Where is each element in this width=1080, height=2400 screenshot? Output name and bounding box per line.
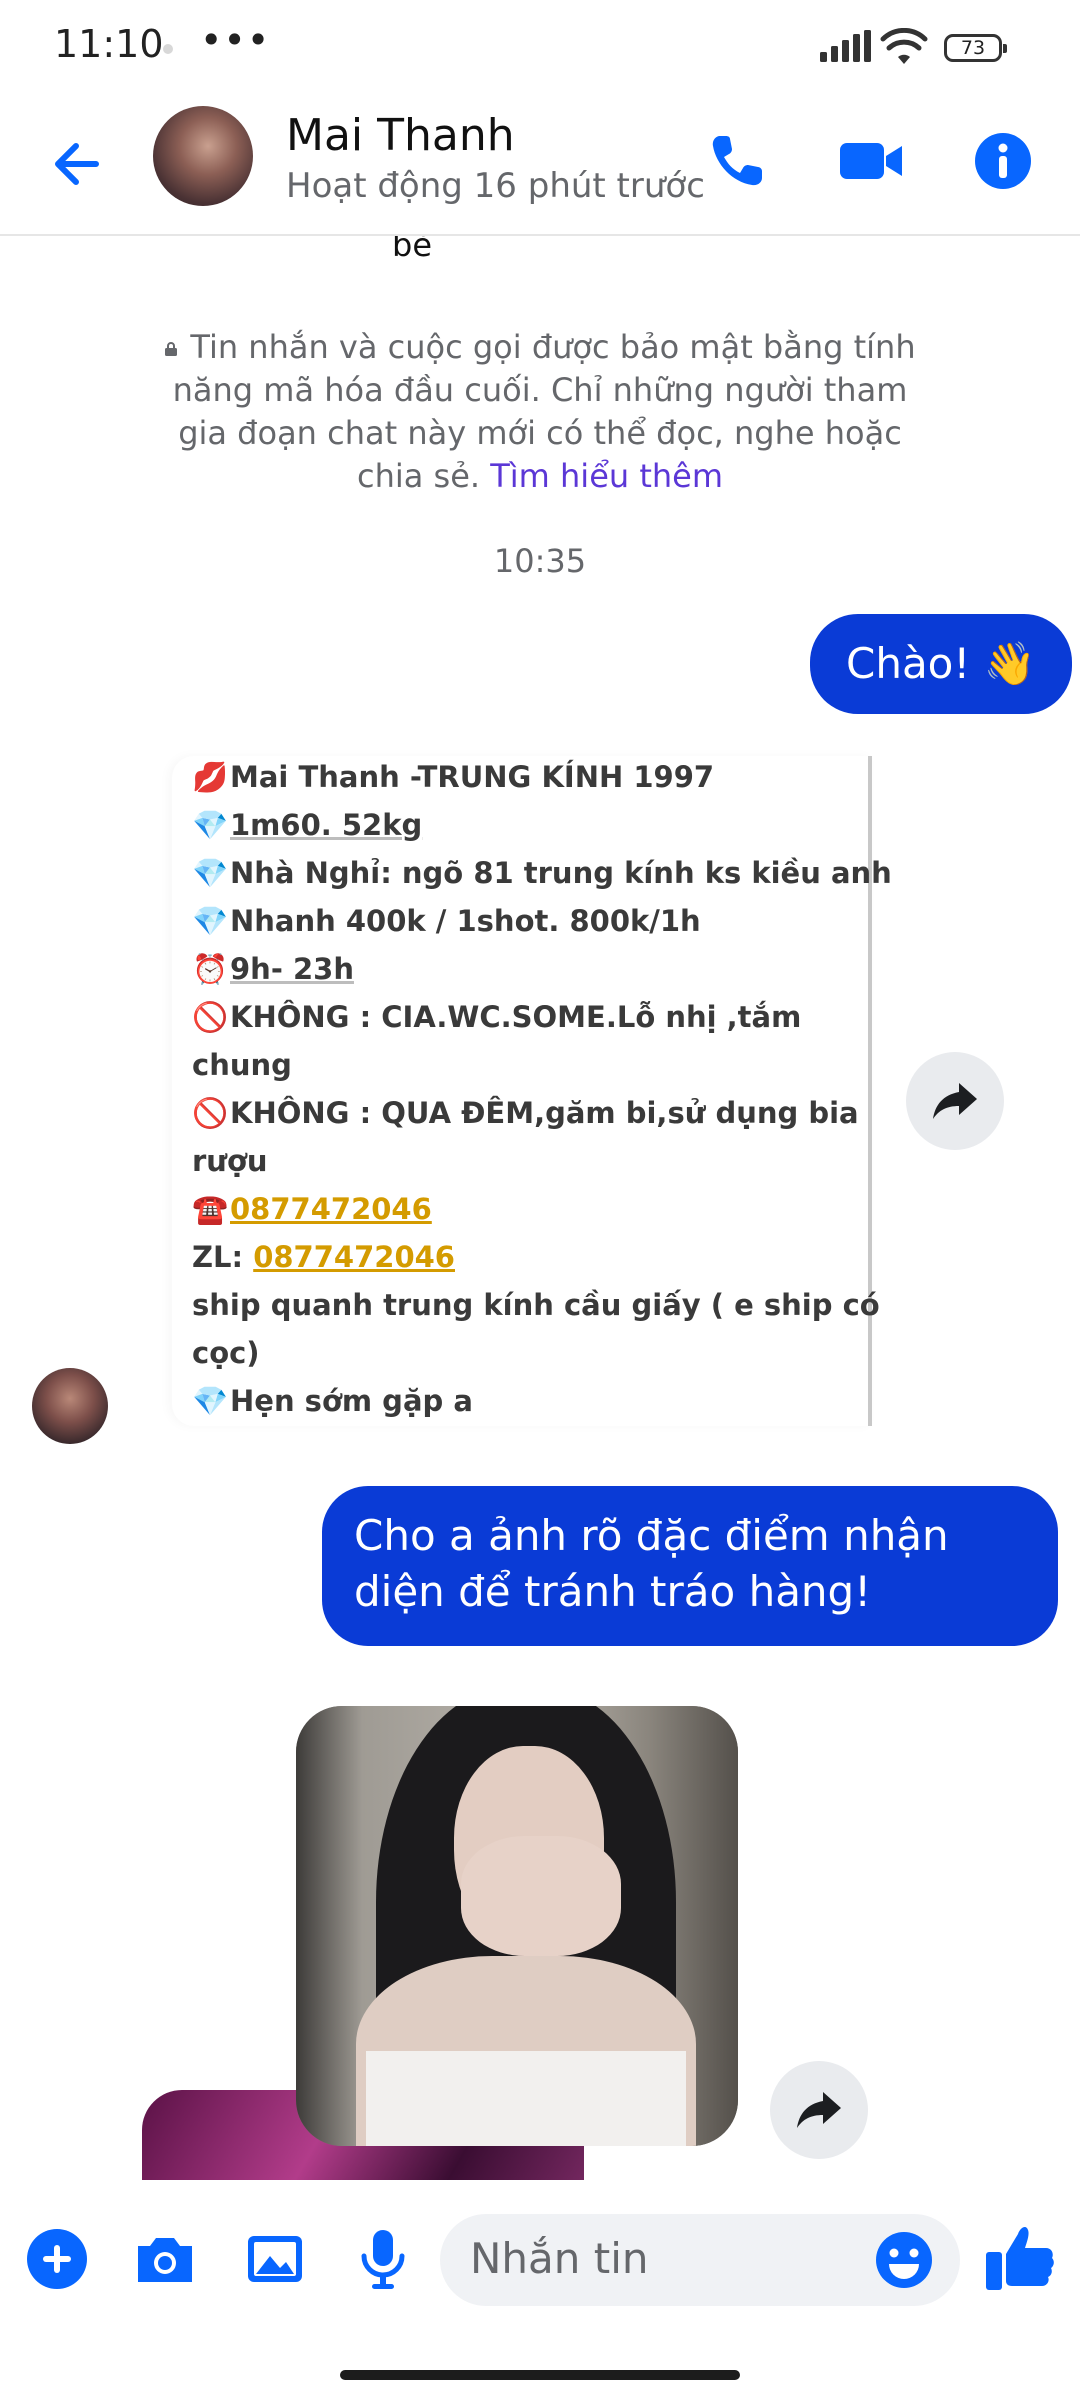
message-input[interactable]: Nhắn tin [440, 2214, 960, 2306]
sender-avatar[interactable] [32, 1368, 108, 1444]
message-composer: Nhắn tin [0, 2180, 1080, 2340]
lock-icon [165, 342, 178, 356]
card-line: 💎Hẹn sớm gặp a [192, 1384, 473, 1418]
timestamp-separator: 10:35 [493, 542, 587, 580]
card-line: 💎1m60. 52kg [192, 808, 423, 842]
card-line: ☎️0877472046 [192, 1192, 432, 1226]
card-line: 💎Nhanh 400k / 1shot. 800k/1h [192, 904, 701, 938]
card-line: 🚫KHÔNG : QUA ĐÊM,găm bi,sử dụng bia [192, 1096, 859, 1130]
share-arrow-icon [933, 1083, 977, 1119]
microphone-icon[interactable] [348, 2224, 418, 2294]
card-line: 🚫KHÔNG : CIA.WC.SOME.Lỗ nhị ,tắm [192, 1000, 802, 1034]
contact-name[interactable]: Mai Thanh [286, 110, 515, 161]
card-line: rượu [192, 1144, 268, 1178]
thumbs-up-icon[interactable] [980, 2216, 1060, 2296]
status-time: 11:10 [54, 22, 164, 66]
encryption-notice: Tin nhắn và cuộc gọi được bảo mật bằng t… [150, 326, 930, 498]
phone-icon[interactable] [702, 126, 772, 196]
message-list[interactable]: bè Tin nhắn và cuộc gọi được bảo mật bằn… [0, 236, 1080, 2180]
clipped-word: bè [392, 236, 432, 264]
camera-icon[interactable] [130, 2224, 200, 2294]
back-arrow-icon[interactable] [44, 131, 110, 197]
outgoing-message-request[interactable]: Cho a ảnh rõ đặc điểm nhận diện để tránh… [322, 1486, 1058, 1646]
video-camera-icon[interactable] [836, 126, 906, 196]
chat-header: Mai Thanh Hoạt động 16 phút trước [0, 96, 1080, 236]
signal-icon [820, 30, 871, 62]
forward-photo-button[interactable] [770, 2061, 868, 2159]
battery-icon: 73 [944, 34, 1007, 62]
notification-dot [163, 44, 173, 54]
received-photo[interactable] [296, 1706, 738, 2146]
clipped-text: bè [392, 236, 432, 264]
forwarded-image-message[interactable]: 💋Mai Thanh -TRUNG KÍNH 1997 💎1m60. 52kg … [172, 756, 892, 1426]
contact-active-status: Hoạt động 16 phút trước [286, 166, 705, 206]
card-line: ⏰9h- 23h [192, 952, 354, 986]
status-more-icon: ••• [200, 18, 271, 62]
emoji-icon[interactable] [870, 2226, 938, 2294]
learn-more-link[interactable]: Tìm hiểu thêm [490, 457, 723, 495]
card-line: 💋Mai Thanh -TRUNG KÍNH 1997 [192, 760, 715, 794]
share-arrow-icon [797, 2092, 841, 2128]
card-line: cọc) [192, 1336, 260, 1370]
card-line: ZL: 0877472046 [192, 1240, 455, 1274]
forward-button[interactable] [906, 1052, 1004, 1150]
card-line: ship quanh trung kính cầu giấy ( e ship … [192, 1288, 880, 1322]
plus-icon[interactable] [22, 2224, 92, 2294]
status-bar: 11:10 ••• 73 [0, 0, 1080, 96]
wifi-icon [880, 28, 928, 64]
home-indicator[interactable] [340, 2370, 740, 2380]
message-input-placeholder: Nhắn tin [470, 2234, 649, 2283]
contact-avatar[interactable] [153, 106, 253, 206]
card-line: 💎Nhà Nghỉ: ngõ 81 trung kính ks kiều anh [192, 856, 892, 890]
outgoing-message-hello[interactable]: Chào! 👋 [810, 614, 1072, 714]
card-line: chung [192, 1048, 292, 1082]
info-icon[interactable] [968, 126, 1038, 196]
image-icon[interactable] [240, 2224, 310, 2294]
